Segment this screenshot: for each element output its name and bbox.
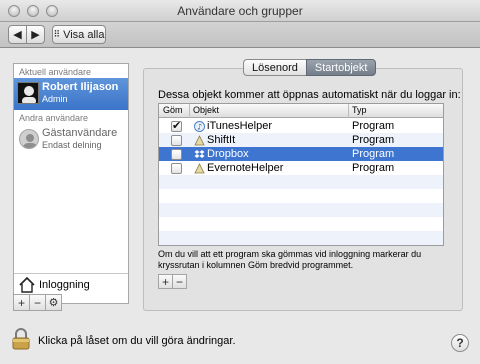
grid-icon: ⠿	[53, 29, 61, 39]
current-user-header: Aktuell användare	[19, 67, 92, 77]
guest-user-role: Endast delning	[42, 140, 102, 150]
lock-icon[interactable]	[12, 328, 30, 350]
table-row[interactable]: Dropbox Program	[159, 147, 443, 161]
empty-row	[159, 175, 443, 189]
hide-checkbox[interactable]	[171, 119, 182, 132]
tab-login-items[interactable]: Startobjekt	[305, 59, 377, 76]
table-row[interactable]: ♪ iTunesHelper Program	[159, 119, 443, 133]
current-user-name: Robert Ilijason	[42, 81, 119, 93]
item-type: Program	[352, 148, 395, 160]
title-bar: Användare och grupper	[0, 0, 480, 22]
table-row[interactable]: EvernoteHelper Program	[159, 161, 443, 175]
item-name: ShiftIt	[207, 134, 236, 146]
bottom-bar: Klicka på låset om du vill göra ändringa…	[0, 318, 480, 364]
user-avatar	[17, 82, 39, 104]
empty-row	[159, 203, 443, 217]
user-settings-button[interactable]: ⚙	[45, 294, 62, 311]
users-sidebar: Aktuell användare Robert Ilijason Admin …	[13, 63, 129, 304]
svg-text:♪: ♪	[197, 123, 202, 132]
application-icon	[194, 135, 205, 146]
hide-checkbox[interactable]	[171, 149, 182, 160]
lock-instruction: Klicka på låset om du vill göra ändringa…	[38, 335, 236, 347]
sidebar-item-guest-user[interactable]: Gästanvändare Endast delning	[14, 124, 128, 156]
back-button[interactable]: ◀	[8, 25, 27, 44]
question-mark-icon: ?	[456, 336, 464, 350]
chevron-right-icon: ▶	[31, 29, 40, 41]
application-icon	[194, 163, 205, 174]
column-type[interactable]: Typ	[352, 105, 367, 117]
hide-checkbox[interactable]	[171, 163, 182, 174]
table-header: Göm Objekt Typ	[159, 104, 443, 118]
item-type: Program	[352, 162, 395, 174]
hide-checkbox[interactable]	[171, 135, 182, 146]
other-users-header: Andra användare	[19, 113, 89, 123]
show-all-button[interactable]: ⠿ Visa alla	[52, 25, 106, 44]
column-item[interactable]: Objekt	[193, 105, 219, 117]
sidebar-item-current-user[interactable]: Robert Ilijason Admin	[14, 78, 128, 110]
window-title: Användare och grupper	[177, 4, 303, 18]
login-options-label: Inloggning	[39, 279, 90, 291]
guest-user-name: Gästanvändare	[42, 127, 118, 139]
table-row[interactable]: ShiftIt Program	[159, 133, 443, 147]
help-button[interactable]: ?	[451, 334, 469, 352]
house-icon	[19, 277, 35, 293]
dropbox-icon	[194, 149, 205, 160]
remove-user-button[interactable]: −	[29, 294, 46, 311]
current-user-role: Admin	[42, 94, 68, 104]
hide-hint-text: Om du vill att ett program ska gömmas vi…	[158, 249, 422, 270]
table-button-bar: + −	[158, 274, 187, 289]
empty-row	[159, 189, 443, 203]
item-type: Program	[352, 134, 395, 146]
empty-row	[159, 231, 443, 245]
chevron-left-icon: ◀	[13, 29, 22, 41]
forward-button[interactable]: ▶	[26, 25, 45, 44]
gear-icon: ⚙	[48, 297, 59, 309]
empty-row	[159, 217, 443, 231]
tab-bar: Lösenord Startobjekt	[243, 59, 377, 77]
guest-user-icon	[19, 129, 39, 149]
preferences-content: Aktuell användare Robert Ilijason Admin …	[0, 48, 480, 364]
item-type: Program	[352, 120, 395, 132]
show-all-label: Visa alla	[63, 28, 105, 41]
tab-password[interactable]: Lösenord	[243, 59, 307, 76]
sidebar-button-bar: + − ⚙	[13, 294, 62, 311]
login-items-table: Göm Objekt Typ ♪ iTunesHelper Program	[158, 103, 444, 246]
itunes-helper-icon: ♪	[194, 121, 205, 132]
panel-title: Dessa objekt kommer att öppnas automatis…	[158, 89, 461, 101]
remove-login-item-button[interactable]: −	[172, 274, 187, 289]
toolbar: ◀ ▶ ⠿ Visa alla	[0, 22, 480, 48]
column-hide[interactable]: Göm	[163, 105, 183, 117]
add-login-item-button[interactable]: +	[158, 274, 173, 289]
item-name: iTunesHelper	[207, 120, 273, 132]
item-name: EvernoteHelper	[207, 162, 284, 174]
item-name: Dropbox	[207, 148, 249, 160]
login-items-panel: Dessa objekt kommer att öppnas automatis…	[143, 68, 463, 311]
add-user-button[interactable]: +	[13, 294, 30, 311]
